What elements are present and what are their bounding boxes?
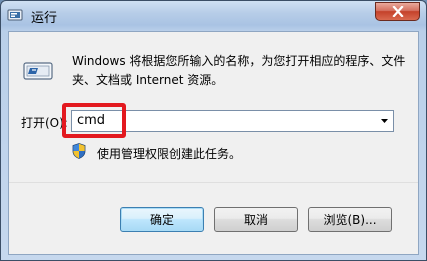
annotation-highlight-box [62,103,126,138]
title-bar[interactable]: 运行 [1,1,426,31]
uac-shield-icon [72,143,86,159]
cancel-button[interactable]: 取消 [214,207,298,232]
ok-button[interactable]: 确定 [120,207,204,232]
dialog-description: Windows 将根据您所输入的名称，为您打开相应的程序、文件夹、文档或 Int… [72,54,406,87]
admin-privilege-note: 使用管理权限创建此任务。 [97,147,242,161]
close-button[interactable] [375,2,420,21]
open-label: 打开(O): [21,116,68,130]
run-dialog-window: 运行 Windows 将根据您所输入的名称，为您打开相应的程序、文件夹、文档或 … [0,0,427,261]
run-app-icon [7,7,23,23]
dialog-body: Windows 将根据您所输入的名称，为您打开相应的程序、文件夹、文档或 Int… [8,31,419,255]
run-icon [22,55,54,87]
close-icon [391,2,404,21]
dropdown-arrow-icon[interactable] [375,111,393,131]
window-title: 运行 [31,11,58,26]
browse-button[interactable]: 浏览(B)... [308,207,392,232]
